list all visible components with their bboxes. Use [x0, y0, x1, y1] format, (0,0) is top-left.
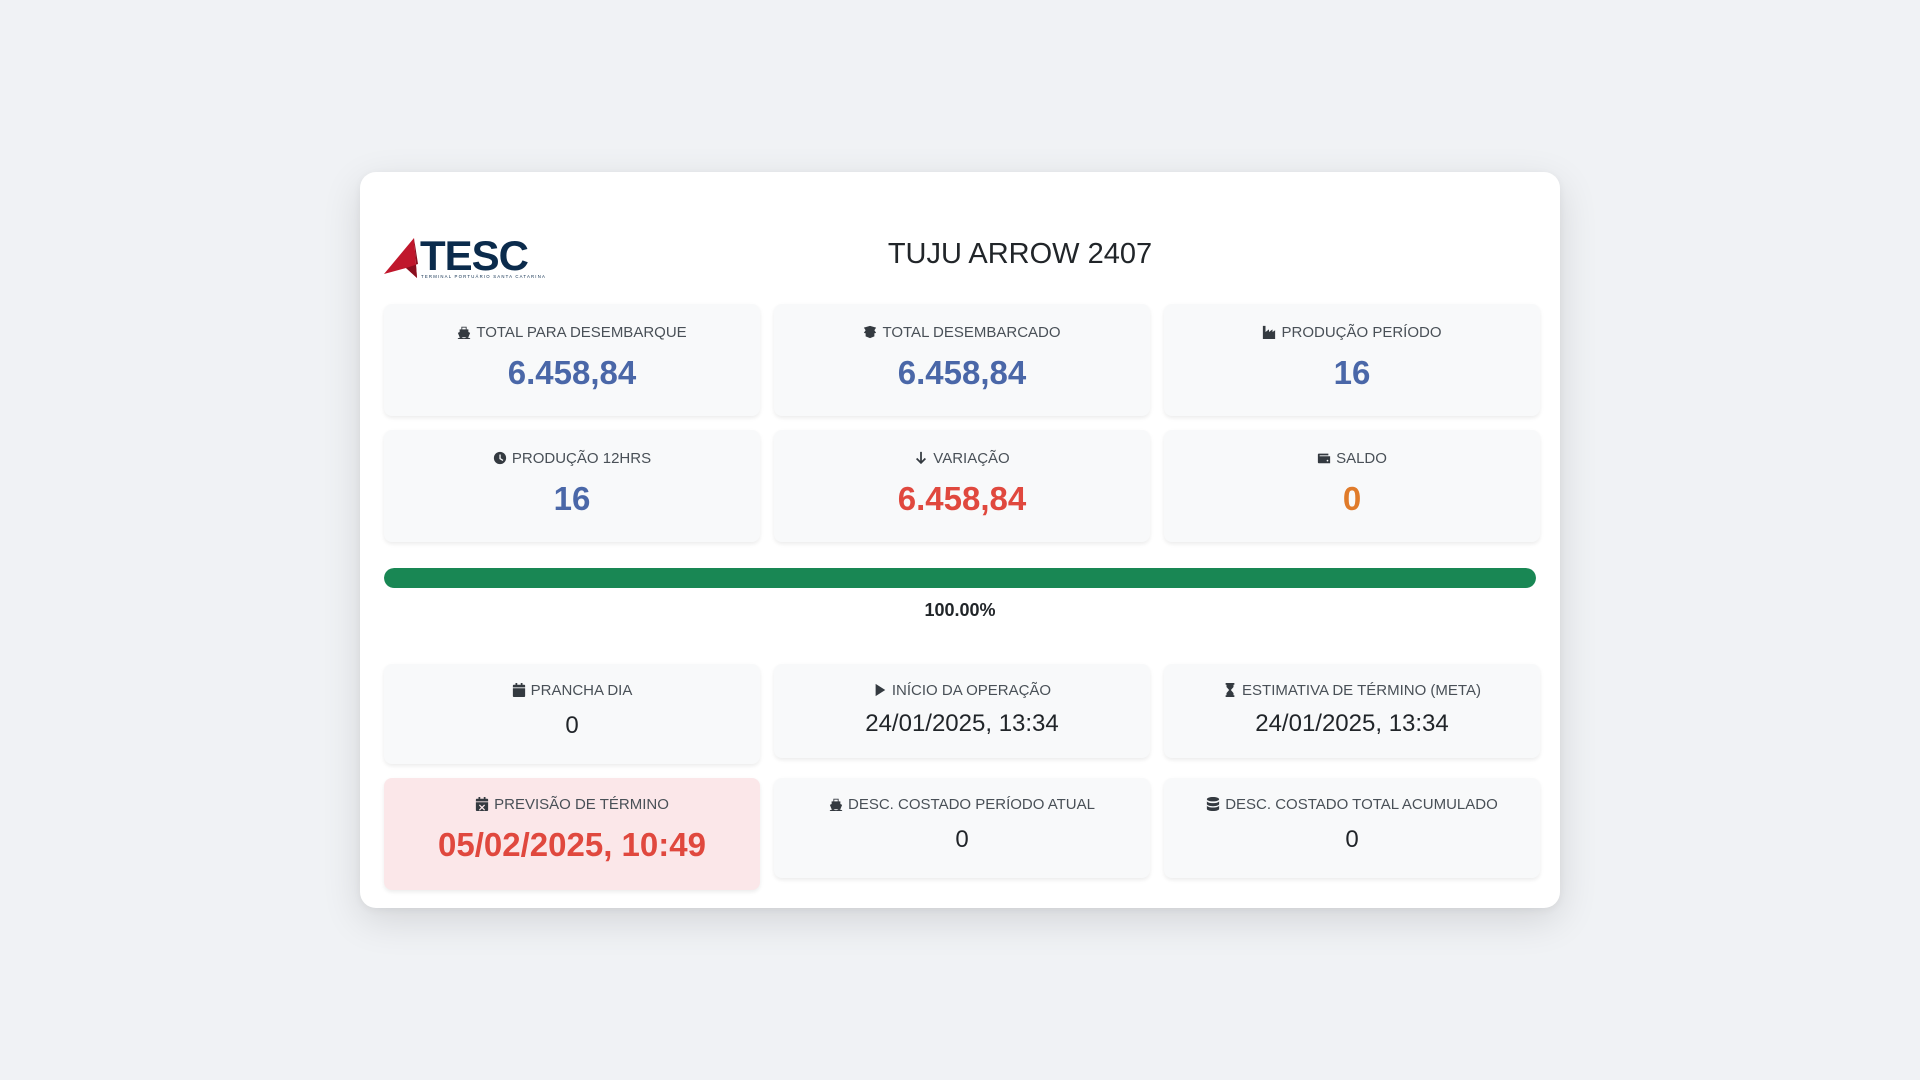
- info-desc-costado-total: DESC. COSTADO TOTAL ACUMULADO 0: [1164, 778, 1540, 878]
- stat-producao-12hrs: PRODUÇÃO 12HRS 16: [384, 430, 760, 542]
- play-icon: [875, 683, 886, 697]
- clock-icon: [493, 451, 507, 465]
- stat-label: TOTAL DESEMBARCADO: [882, 323, 1061, 341]
- stat-label: PRODUÇÃO 12HRS: [511, 449, 652, 467]
- logo-subtitle: TERMINAL PORTUÁRIO SANTA CATARINA: [421, 274, 546, 279]
- progress-bar: [384, 568, 1536, 588]
- stat-variacao: VARIAÇÃO 6.458,84: [774, 430, 1150, 542]
- stat-total-para-desembarque: TOTAL PARA DESEMBARQUE 6.458,84: [384, 304, 760, 416]
- info-label: PRANCHA DIA: [530, 681, 633, 699]
- stat-value: 0: [1342, 480, 1362, 517]
- calendar-icon: [512, 683, 525, 697]
- header: TESC TERMINAL PORTUÁRIO SANTA CATARINA T…: [384, 196, 1536, 304]
- hourglass-icon: [1225, 683, 1235, 697]
- stat-value: 16: [553, 480, 591, 517]
- arrow-down-icon: [916, 451, 927, 465]
- info-value: 24/01/2025, 13:34: [865, 710, 1059, 737]
- stat-value: 16: [1333, 354, 1371, 391]
- info-label: ESTIMATIVA DE TÉRMINO (META): [1242, 681, 1481, 699]
- progress-fill: [384, 568, 1536, 588]
- info-value: 24/01/2025, 13:34: [1255, 710, 1449, 737]
- stat-value: 6.458,84: [897, 480, 1027, 517]
- stat-label: TOTAL PARA DESEMBARQUE: [476, 323, 687, 341]
- info-grid: PRANCHA DIA 0 INÍCIO DA OPERAÇÃO 24/01/2…: [384, 664, 1540, 890]
- info-value: 0: [955, 826, 969, 853]
- ship-icon: [458, 326, 471, 339]
- stat-total-desembarcado: TOTAL DESEMBARCADO 6.458,84: [774, 304, 1150, 416]
- stat-value: 6.458,84: [897, 354, 1027, 391]
- wallet-icon: [1317, 453, 1331, 464]
- stat-label: VARIAÇÃO: [933, 449, 1010, 467]
- info-value: 0: [565, 712, 579, 739]
- info-label: INÍCIO DA OPERAÇÃO: [891, 681, 1052, 699]
- industry-icon: [1263, 325, 1276, 339]
- stat-label: PRODUÇÃO PERÍODO: [1281, 323, 1442, 341]
- info-previsao-termino: PREVISÃO DE TÉRMINO 05/02/2025, 10:49: [384, 778, 760, 890]
- info-label: PREVISÃO DE TÉRMINO: [494, 795, 669, 813]
- stats-grid: TOTAL PARA DESEMBARQUE 6.458,84 TOTAL DE…: [384, 304, 1540, 542]
- info-prancha-dia: PRANCHA DIA 0: [384, 664, 760, 764]
- stat-producao-periodo: PRODUÇÃO PERÍODO 16: [1164, 304, 1540, 416]
- info-inicio-operacao: INÍCIO DA OPERAÇÃO 24/01/2025, 13:34: [774, 664, 1150, 758]
- database-icon: [1207, 797, 1220, 811]
- info-value: 05/02/2025, 10:49: [438, 826, 706, 863]
- info-value: 0: [1345, 826, 1359, 853]
- info-estimativa-termino: ESTIMATIVA DE TÉRMINO (META) 24/01/2025,…: [1164, 664, 1540, 758]
- calendar-x-icon: [475, 797, 489, 811]
- info-label: DESC. COSTADO PERÍODO ATUAL: [848, 795, 1095, 813]
- stat-label: SALDO: [1336, 449, 1387, 467]
- ship-icon: [829, 798, 843, 811]
- box-icon: [864, 325, 877, 339]
- page-title: TUJU ARROW 2407: [887, 238, 1153, 270]
- stat-value: 6.458,84: [507, 354, 637, 391]
- progress-section: 100.00%: [384, 568, 1536, 621]
- info-label: DESC. COSTADO TOTAL ACUMULADO: [1225, 795, 1498, 813]
- stat-saldo: SALDO 0: [1164, 430, 1540, 542]
- dashboard-card: TESC TERMINAL PORTUÁRIO SANTA CATARINA T…: [360, 172, 1560, 908]
- info-desc-costado-periodo: DESC. COSTADO PERÍODO ATUAL 0: [774, 778, 1150, 878]
- progress-label: 100.00%: [924, 600, 996, 620]
